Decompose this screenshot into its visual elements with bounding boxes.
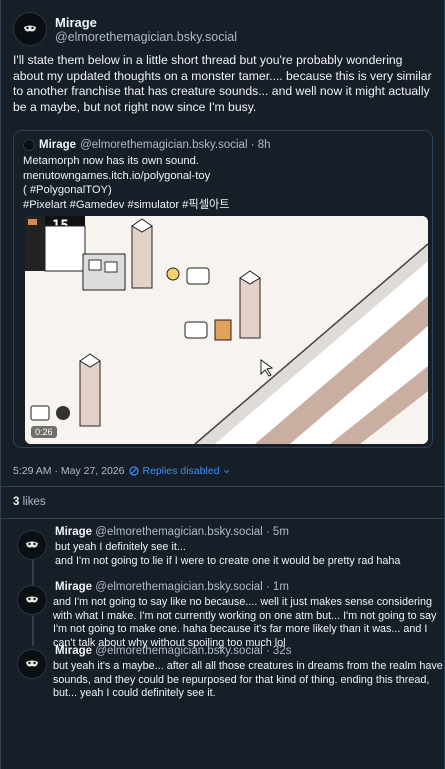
avatar[interactable] [17,649,47,679]
reply-post[interactable]: Mirage @elmorethemagician.bsky.social · … [13,581,437,649]
avatar[interactable] [17,530,47,560]
author-handle[interactable]: @elmorethemagician.bsky.social [55,30,237,44]
post-header: Mirage @elmorethemagician.bsky.social [13,12,237,46]
game-scene: 15 [25,216,428,444]
quoted-author-handle: @elmorethemagician.bsky.social · 8h [80,139,271,151]
quoted-hashtags[interactable]: #Pixelart #Gamedev #simulator #픽셀아트 [23,198,423,213]
reply-author-name[interactable]: Mirage [55,581,92,593]
quoted-link[interactable]: menutowngames.itch.io/polygonal-toy [23,169,423,184]
video-timestamp: 0:26 [31,426,57,438]
reply-body: and I'm not going to say like no because… [53,596,437,649]
chevron-down-icon [223,469,229,473]
pillar [131,218,153,289]
reply-header: Mirage @elmorethemagician.bsky.social · … [55,526,289,538]
no-entry-icon [129,466,140,476]
video-player[interactable]: 15 [25,216,428,444]
reply-author-name[interactable]: Mirage [55,645,92,657]
post-body: I'll state them below in a little short … [13,53,432,114]
quoted-post-header: Mirage @elmorethemagician.bsky.social · … [23,139,271,151]
replies-disabled-label: Replies disabled [142,465,220,477]
quoted-post[interactable]: Mirage @elmorethemagician.bsky.social · … [13,130,433,448]
quoted-line: Metamorph now has its own sound. [23,155,199,167]
reply-post[interactable]: Mirage @elmorethemagician.bsky.social · … [13,645,443,705]
quoted-avatar [23,139,35,151]
reply-header: Mirage @elmorethemagician.bsky.social · … [55,581,289,593]
pillar [239,270,261,339]
avatar[interactable] [13,12,47,46]
mask-icon [26,596,38,603]
likes-count[interactable]: 3 likes [13,496,46,508]
reply-header: Mirage @elmorethemagician.bsky.social · … [55,645,291,657]
reply-body: but yeah it's a maybe... after all all t… [53,660,443,700]
mask-icon [26,541,38,548]
quoted-author-name: Mirage [39,139,77,151]
post-meta: 5:29 AM · May 27, 2026 Replies disabled [13,465,230,477]
quoted-post-body: Metamorph now has its own sound. menutow… [23,154,423,212]
author-name[interactable]: Mirage [55,15,237,30]
avatar[interactable] [17,585,47,615]
reply-author-handle[interactable]: @elmorethemagician.bsky.social · 1m [95,581,289,593]
likes-label: likes [22,496,46,508]
likes-number: 3 [13,496,20,508]
post-thread-view: Mirage @elmorethemagician.bsky.social I'… [0,0,445,769]
divider [1,518,445,519]
pillar [79,353,101,427]
post-timestamp: 5:29 AM · May 27, 2026 [13,465,125,477]
quoted-line: ( #PolygonalTOY) [23,184,112,196]
divider [1,486,445,487]
mask-icon [24,25,36,32]
replies-disabled-button[interactable]: Replies disabled [129,465,229,477]
mask-icon [26,660,38,667]
reply-author-handle[interactable]: @elmorethemagician.bsky.social · 5m [95,526,289,538]
reply-author-name[interactable]: Mirage [55,526,92,538]
reply-author-handle[interactable]: @elmorethemagician.bsky.social · 32s [95,645,291,657]
reply-post[interactable]: Mirage @elmorethemagician.bsky.social · … [13,526,437,576]
reply-body: but yeah I definitely see it... and I'm … [55,541,401,567]
